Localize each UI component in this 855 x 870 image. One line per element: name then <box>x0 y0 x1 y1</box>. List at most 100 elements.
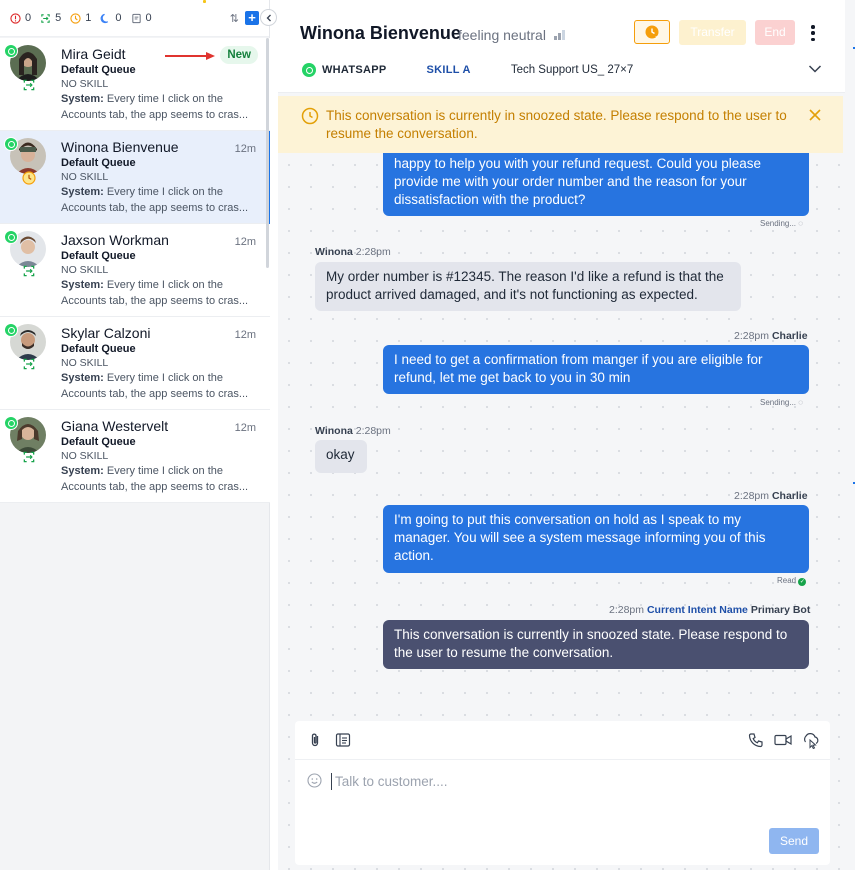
contact-name: Giana Westervelt <box>61 418 169 434</box>
message-meta: 2:28pm Current Intent Name Primary Bot <box>609 604 810 616</box>
conversation-item[interactable]: Giana Westervelt 12m Default Queue NO SK… <box>0 410 270 503</box>
list-scrollbar[interactable] <box>266 38 269 268</box>
whatsapp-icon <box>4 230 18 244</box>
signal-bars-icon <box>553 30 565 40</box>
conversation-item[interactable]: Jaxson Workman 12m Default Queue NO SKIL… <box>0 224 270 317</box>
phone-icon[interactable] <box>748 732 764 748</box>
message-author: Charlie <box>771 490 808 502</box>
last-message-preview: System: Every time I click on the Accoun… <box>61 371 261 402</box>
cobrowse-icon[interactable] <box>802 732 819 749</box>
message-meta: Winona 2:28pm <box>315 246 391 258</box>
message-author: Charlie <box>771 330 808 342</box>
more-options-icon[interactable] <box>808 22 818 44</box>
send-button[interactable]: Send <box>769 828 819 854</box>
assigned-icon <box>40 13 51 24</box>
conversation-item[interactable]: Winona Bienvenue 12m Default Queue NO SK… <box>0 131 270 224</box>
snooze-clock-icon: z <box>645 25 659 40</box>
sentiment-label: feeling neutral <box>458 27 565 43</box>
conversation-list: Mira Geidt New Default Queue NO SKILL Sy… <box>0 38 270 503</box>
composer-toolbar <box>295 721 830 760</box>
last-message-preview: System: Every time I click on the Accoun… <box>61 464 261 495</box>
message-meta: 2:28pm Charlie <box>734 330 808 342</box>
chat-header: Winona Bienvenue feeling neutral z Trans… <box>278 0 845 93</box>
conversation-list-panel: 0 5 1 0 0 ⇅ + Mira Geidt New Default Que… <box>0 0 277 870</box>
check-circle-icon: ✓ <box>798 578 807 586</box>
message-status: Sending... ◌ <box>760 398 803 407</box>
snooze-banner: This conversation is currently in snooze… <box>278 96 843 153</box>
message-time: 2:28pm <box>355 246 391 258</box>
message-time: 2:28pm <box>609 604 645 616</box>
moon-icon <box>100 13 111 24</box>
intent-name: Current Intent Name <box>646 604 748 616</box>
message-input[interactable]: Talk to customer.... <box>331 773 448 790</box>
message-time: 2:28pm <box>355 425 391 437</box>
conversation-item[interactable]: Skylar Calzoni 12m Default Queue NO SKIL… <box>0 317 270 410</box>
contact-name: Skylar Calzoni <box>61 325 151 341</box>
message-composer: Talk to customer.... Send <box>295 721 830 865</box>
skill-label: NO SKILL <box>61 264 109 276</box>
loading-icon: ◌ <box>798 398 804 407</box>
message-prefix: System: <box>61 93 104 105</box>
template-icon[interactable] <box>335 732 351 748</box>
status-text: Sending... <box>760 219 797 228</box>
end-button[interactable]: End <box>755 20 795 45</box>
message-prefix: System: <box>61 279 104 291</box>
counter-notes[interactable]: 0 <box>131 12 152 24</box>
conversation-time: 12m <box>234 422 256 434</box>
agent-message: I'm going to put this conversation on ho… <box>383 505 809 573</box>
bot-message: This conversation is currently in snooze… <box>383 620 809 669</box>
message-author: Primary Bot <box>750 604 811 616</box>
close-icon[interactable] <box>808 108 822 122</box>
customer-message: My order number is #12345. The reason I'… <box>315 262 741 311</box>
transfer-button[interactable]: Transfer <box>679 20 746 45</box>
whatsapp-icon <box>4 137 18 151</box>
counter-alerts[interactable]: 0 <box>10 12 31 24</box>
queue-label: Default Queue <box>61 64 136 76</box>
chevron-down-icon[interactable] <box>808 64 822 74</box>
assigned-icon <box>22 264 36 278</box>
counter-snoozed[interactable]: 1 <box>70 12 91 24</box>
sort-icon[interactable]: ⇅ <box>230 12 239 25</box>
counter-away[interactable]: 0 <box>100 12 122 24</box>
alert-circle-icon <box>10 12 21 24</box>
svg-text:z: z <box>655 35 658 40</box>
chevron-left-icon <box>266 14 271 21</box>
counter-value: 0 <box>25 12 32 24</box>
video-camera-icon[interactable] <box>774 732 792 748</box>
skill-label: SKILL A <box>426 64 471 76</box>
contact-name: Jaxson Workman <box>61 232 169 248</box>
agent-message: happy to help you with your refund reque… <box>383 153 809 216</box>
snooze-clock-icon <box>70 12 81 24</box>
last-message-preview: System: Every time I click on the Accoun… <box>61 92 261 123</box>
snooze-clock-icon <box>301 107 319 125</box>
banner-text: This conversation is currently in snooze… <box>326 108 787 141</box>
skill-label: NO SKILL <box>61 78 109 90</box>
message-prefix: System: <box>61 372 104 384</box>
add-conversation-button[interactable]: + <box>245 11 259 25</box>
snooze-button[interactable]: z <box>634 20 670 44</box>
skill-label: NO SKILL <box>61 450 109 462</box>
counter-value: 0 <box>145 12 152 24</box>
message-author: Winona <box>315 425 353 437</box>
skill-label: NO SKILL <box>61 357 109 369</box>
contact-name: Winona Bienvenue <box>61 139 179 155</box>
queue-counters-bar: 0 5 1 0 0 ⇅ + <box>0 0 269 37</box>
queue-label: Default Queue <box>61 343 136 355</box>
status-text: Sending... <box>760 398 797 407</box>
conversation-details: WHATSAPP SKILL A Tech Support US_ 27×7 <box>302 63 633 77</box>
note-icon <box>131 13 142 24</box>
notification-dot <box>203 0 206 3</box>
assigned-icon <box>22 357 36 371</box>
conversation-time: 12m <box>234 143 256 155</box>
paperclip-icon[interactable] <box>308 732 322 748</box>
new-badge: New <box>220 46 258 64</box>
snooze-clock-icon <box>22 171 36 185</box>
emoji-icon[interactable] <box>307 773 322 788</box>
last-message-preview: System: Every time I click on the Accoun… <box>61 185 261 216</box>
message-meta: 2:28pm Charlie <box>734 490 808 502</box>
counter-assigned[interactable]: 5 <box>40 12 61 24</box>
agent-message: I need to get a confirmation from manger… <box>383 345 809 394</box>
collapse-panel-button[interactable] <box>260 9 277 26</box>
conversation-item[interactable]: Mira Geidt New Default Queue NO SKILL Sy… <box>0 38 270 131</box>
message-status: Sending... ◌ <box>760 219 803 228</box>
